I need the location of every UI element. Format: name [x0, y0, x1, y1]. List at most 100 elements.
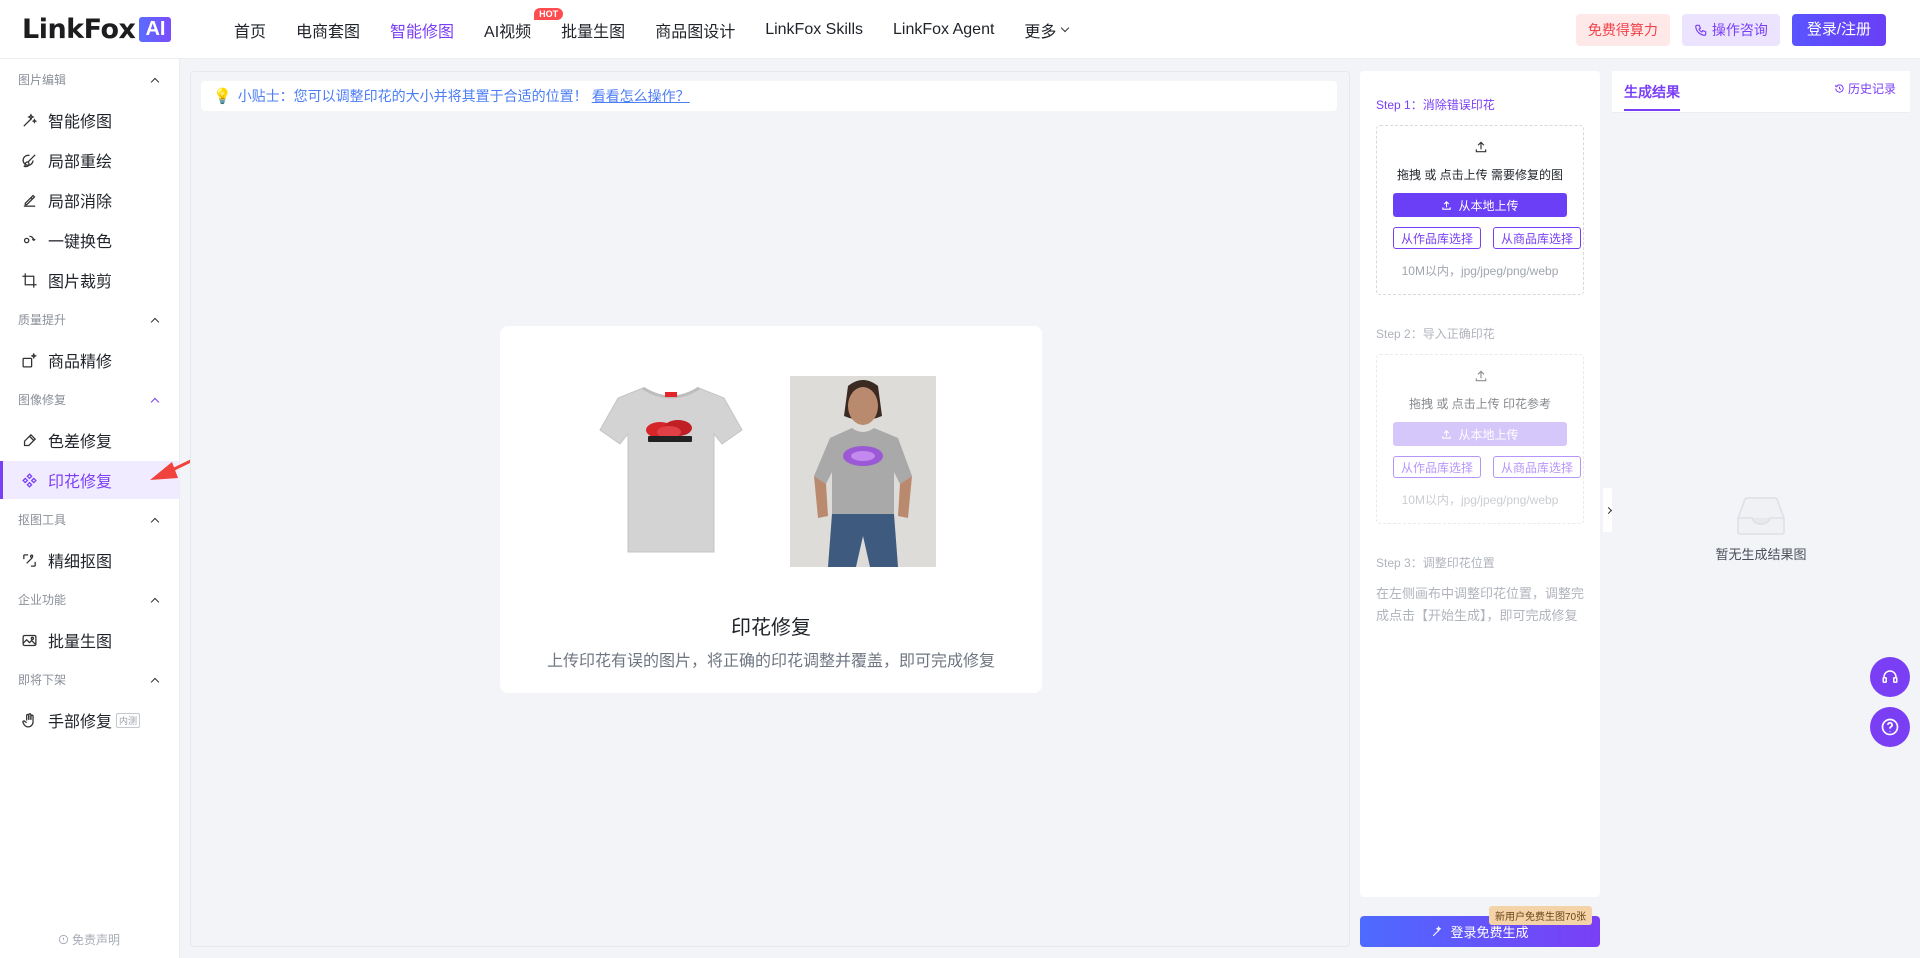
magic-wand-icon [20, 111, 38, 129]
sidebar-item-color-change[interactable]: 一键换色 [0, 221, 179, 259]
history-icon [1835, 84, 1844, 93]
support-headset-button[interactable] [1870, 657, 1910, 697]
top-navbar: LinkFox AI 首页 电商套图 智能修图 AI视频 HOT 批量生图 商品… [0, 0, 1920, 59]
empty-results-text: 暂无生成结果图 [1715, 547, 1807, 562]
cutout-icon [20, 551, 38, 569]
sidebar-group-deprecated[interactable]: 即将下架 [18, 671, 162, 688]
step2-upload-dropzone[interactable]: 拖拽 或 点击上传 印花参考 从本地上传 从作品库选择 从商品库选择 10M以内… [1376, 354, 1584, 524]
model-sample-image [790, 376, 936, 567]
sidebar-group-restore[interactable]: 图像修复 [18, 391, 162, 408]
sidebar-item-label: 色差修复 [48, 434, 113, 451]
disclaimer-link[interactable]: 免责声明 [58, 931, 120, 948]
step2-pick-works-button[interactable]: 从作品库选择 [1393, 456, 1481, 478]
sidebar-item-batch-generate[interactable]: 批量生图 [0, 621, 179, 659]
sidebar-group-title: 图片编辑 [18, 73, 67, 87]
phone-icon [1694, 24, 1707, 36]
nav-ai-video-label: AI视频 [484, 23, 532, 41]
tip-text: 小贴士：您可以调整印花的大小并将其置于合适的位置！ [237, 88, 588, 104]
chevron-down-icon [1061, 23, 1070, 32]
history-button[interactable]: 历史记录 [1834, 80, 1896, 97]
nav-batch-generate[interactable]: 批量生图 [561, 18, 625, 42]
nav-smart-retouch[interactable]: 智能修图 [390, 18, 454, 42]
upload-icon [1475, 370, 1487, 382]
sidebar-item-partial-redraw[interactable]: 局部重绘 [0, 141, 179, 179]
main-nav: 首页 电商套图 智能修图 AI视频 HOT 批量生图 商品图设计 LinkFox… [234, 0, 1098, 59]
sidebar-item-partial-erase[interactable]: 局部消除 [0, 181, 179, 219]
magic-wand-icon [1433, 925, 1442, 937]
step3-label: Step 3：调整印花位置 [1376, 556, 1495, 570]
sidebar-item-label: 印花修复 [48, 474, 113, 491]
question-icon [1881, 718, 1899, 736]
sidebar-group-image-edit[interactable]: 图片编辑 [18, 71, 162, 88]
nav-product-design[interactable]: 商品图设计 [655, 18, 735, 42]
nav-more-label: 更多 [1024, 23, 1057, 41]
tab-results[interactable]: 生成结果 [1624, 82, 1680, 111]
info-icon [58, 934, 69, 945]
chevron-up-icon [150, 517, 160, 526]
image-stack-icon [20, 631, 38, 649]
beta-badge: 内测 [116, 712, 141, 728]
sidebar-item-label: 一键换色 [48, 234, 113, 251]
tip-how-to-link[interactable]: 看看怎么操作？ [592, 86, 690, 106]
history-label: 历史记录 [1847, 82, 1896, 96]
sidebar-item-crop[interactable]: 图片裁剪 [0, 261, 179, 299]
step1-upload-text: 拖拽 或 点击上传 需要修复的图 [1396, 168, 1563, 182]
sidebar-group-cutout[interactable]: 抠图工具 [18, 511, 162, 528]
step1-local-upload-button[interactable]: 从本地上传 [1393, 193, 1567, 217]
consult-button[interactable]: 操作咨询 [1681, 14, 1780, 46]
chevron-up-icon [150, 317, 160, 326]
sparkle-box-icon [20, 351, 38, 369]
hand-icon [20, 711, 38, 729]
sidebar-item-product-refine[interactable]: 商品精修 [0, 341, 179, 379]
sample-title: 印花修复 [731, 617, 811, 639]
sidebar-item-smart-retouch[interactable]: 智能修图 [0, 101, 179, 139]
nav-home[interactable]: 首页 [234, 18, 266, 42]
upload-icon [1442, 429, 1452, 439]
login-button[interactable]: 登录/注册 [1791, 14, 1886, 46]
editing-canvas[interactable]: 💡 小贴士：您可以调整印花的大小并将其置于合适的位置！ 看看怎么操作？ 印花修复… [190, 71, 1350, 947]
chevron-up-icon [150, 597, 160, 606]
brush-icon [20, 151, 38, 169]
steps-panel: Step 1：消除错误印花 拖拽 或 点击上传 需要修复的图 从本地上传 从作品… [1360, 71, 1600, 897]
free-credits-button[interactable]: 免费得算力 [1575, 14, 1670, 46]
eraser-icon [20, 191, 38, 209]
step2-upload-text: 拖拽 或 点击上传 印花参考 [1408, 397, 1551, 411]
sidebar-group-quality[interactable]: 质量提升 [18, 311, 162, 328]
chevron-up-icon [150, 77, 160, 86]
sidebar-item-hand-fix[interactable]: 手部修复 内测 [0, 701, 179, 739]
step1-label: Step 1：消除错误印花 [1376, 98, 1495, 112]
disclaimer-label: 免责声明 [72, 933, 121, 947]
print-pattern-icon [20, 471, 38, 489]
step3-description: 在左侧画布中调整印花位置，调整完成点击【开始生成】，即可完成修复 [1376, 586, 1585, 623]
tshirt-sample-image [599, 386, 743, 553]
sidebar-item-label: 图片裁剪 [48, 274, 113, 291]
step2-local-upload-button[interactable]: 从本地上传 [1393, 422, 1567, 446]
step2-upload-hint: 10M以内，jpg/jpeg/png/webp [1401, 493, 1559, 507]
crop-icon [20, 271, 38, 289]
lightbulb-icon: 💡 [213, 88, 232, 105]
consult-label: 操作咨询 [1711, 22, 1768, 38]
tip-bar: 💡 小贴士：您可以调整印花的大小并将其置于合适的位置！ 看看怎么操作？ [201, 81, 1337, 111]
step2-pick-products-button[interactable]: 从商品库选择 [1493, 456, 1581, 478]
sidebar-item-label: 批量生图 [48, 634, 113, 651]
sidebar-group-title: 即将下架 [18, 673, 67, 687]
nav-skills[interactable]: LinkFox Skills [765, 21, 863, 39]
sidebar-group-title: 图像修复 [18, 393, 67, 407]
nav-agent[interactable]: LinkFox Agent [893, 21, 994, 39]
sidebar-group-enterprise[interactable]: 企业功能 [18, 591, 162, 608]
nav-more[interactable]: 更多 [1024, 18, 1070, 42]
logo[interactable]: LinkFox AI [22, 14, 172, 45]
step1-pick-works-button[interactable]: 从作品库选择 [1393, 227, 1481, 249]
new-user-badge: 新用户免费生图70张 [1489, 906, 1593, 925]
help-button[interactable] [1870, 707, 1910, 747]
step2-label: Step 2：导入正确印花 [1376, 327, 1495, 341]
step1-pick-products-button[interactable]: 从商品库选择 [1493, 227, 1581, 249]
chevron-up-icon [150, 397, 160, 406]
pen-icon [20, 431, 38, 449]
sidebar-group-title: 抠图工具 [18, 513, 67, 527]
nav-ecommerce-set[interactable]: 电商套图 [296, 18, 360, 42]
sidebar-group-title: 企业功能 [18, 593, 67, 607]
nav-ai-video[interactable]: AI视频 HOT [484, 7, 564, 42]
step1-upload-dropzone[interactable]: 拖拽 或 点击上传 需要修复的图 从本地上传 从作品库选择 从商品库选择 10M… [1376, 125, 1584, 295]
sidebar-item-fine-cutout[interactable]: 精细抠图 [0, 541, 179, 579]
